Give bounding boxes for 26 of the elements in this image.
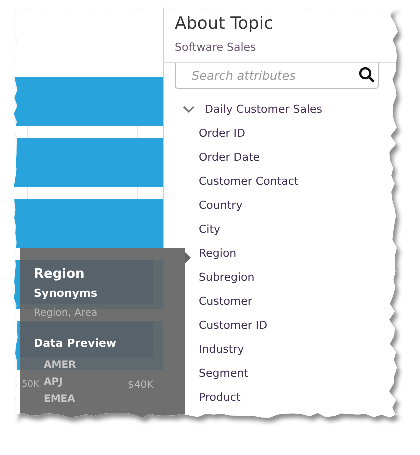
tree-item[interactable]: Subregion [199,266,398,290]
tooltip-title: Region [34,267,86,282]
tree-item[interactable]: Region [199,242,398,266]
search-icon [359,67,375,83]
panel-title: About Topic [175,13,274,36]
preview-value: APJ [44,376,63,390]
axis-label: 50K [22,380,40,390]
tree-item[interactable]: Segment [199,362,398,386]
section-heading: Synonyms [34,287,98,300]
tree-item[interactable]: Product [199,386,398,410]
preview-value: AMER [44,359,76,373]
tree-item[interactable]: Customer Contact [199,170,398,194]
tree-item[interactable]: Industry [199,338,398,362]
tree-item[interactable]: Order Date [199,146,398,170]
panel-subtitle: Software Sales [175,41,258,54]
synonyms-text: Region, Area [33,307,99,321]
tree-item[interactable]: Customer [199,290,398,314]
tree-group[interactable]: Daily Customer Sales [183,103,398,116]
preview-value: EMEA [44,393,76,407]
tree-item[interactable]: City [199,218,398,242]
axis-label: $40K [128,380,154,391]
tree-item[interactable]: Order ID [199,122,398,146]
search-field[interactable]: Search attributes [175,63,379,89]
tree-item[interactable]: Customer ID [199,314,398,338]
tree-item[interactable]: Country [199,194,398,218]
section-heading: Data Preview [34,337,118,350]
